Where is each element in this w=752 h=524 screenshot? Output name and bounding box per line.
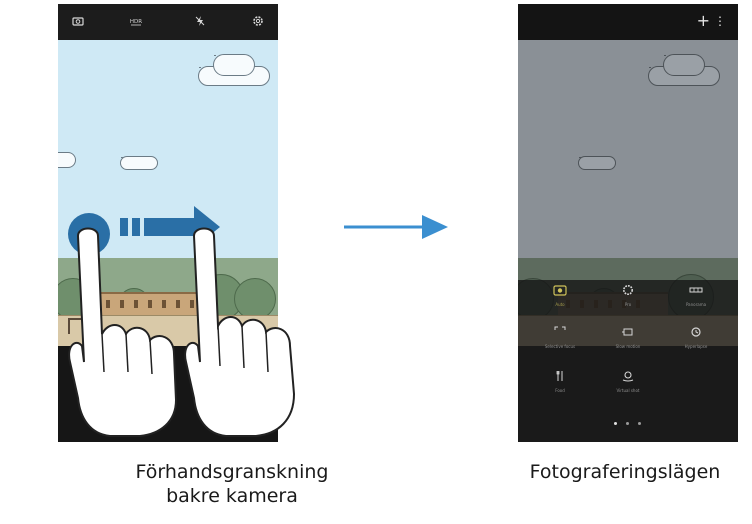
hand-end-illustration [184, 227, 296, 437]
right-caption: Fotograferingslägen [529, 461, 721, 483]
mode-label: Auto [555, 302, 565, 307]
pro-mode-icon [598, 284, 658, 298]
shooting-modes-screen: + ⋮ Auto Pro Panorama Selective focus Sl… [518, 4, 738, 442]
settings-camera-icon[interactable] [70, 14, 86, 30]
mode-label: Panorama [685, 302, 707, 307]
mode-label: Selective focus [544, 344, 576, 349]
camera-top-bar: HDR [58, 4, 278, 40]
mode-food[interactable]: Food [530, 370, 590, 394]
mode-label: Virtual shot [616, 388, 640, 393]
page-dot [614, 422, 617, 425]
left-caption: Förhandsgranskning bakre kamera [135, 461, 329, 507]
svg-text:HDR: HDR [130, 19, 142, 25]
transition-arrow-icon [344, 215, 448, 239]
cloud-illustration [58, 152, 76, 168]
hdr-icon[interactable]: HDR [128, 14, 144, 30]
flash-off-icon[interactable] [192, 14, 208, 30]
slow-motion-icon [598, 326, 658, 340]
mode-label: Food [555, 388, 565, 393]
gear-icon[interactable] [250, 14, 266, 30]
mode-hyperlapse[interactable]: Hyperlapse [666, 326, 726, 350]
mode-label: Slow motion [615, 344, 641, 349]
mode-selective-focus[interactable]: Selective focus [530, 326, 590, 350]
page-indicator [614, 422, 644, 428]
modes-top-bar: + ⋮ [518, 4, 738, 40]
food-icon [530, 370, 590, 384]
mode-virtual-shot[interactable]: Virtual shot [598, 370, 658, 394]
mode-panorama[interactable]: Panorama [666, 284, 726, 308]
virtual-shot-icon [598, 370, 658, 384]
mode-slow-motion[interactable]: Slow motion [598, 326, 658, 350]
mode-auto[interactable]: Auto [530, 284, 590, 308]
cloud-illustration [120, 156, 158, 170]
cloud-illustration [213, 54, 255, 76]
selective-focus-icon [530, 326, 590, 340]
add-mode-button[interactable]: + [697, 13, 710, 29]
mode-label: Pro [624, 302, 632, 307]
mode-pro[interactable]: Pro [598, 284, 658, 308]
hyperlapse-icon [666, 326, 726, 340]
mode-label: Hyperlapse [684, 344, 708, 349]
page-dot [638, 422, 641, 425]
more-options-button[interactable]: ⋮ [714, 13, 726, 29]
panorama-icon [666, 284, 726, 298]
page-dot [626, 422, 629, 425]
auto-mode-icon [530, 284, 590, 298]
